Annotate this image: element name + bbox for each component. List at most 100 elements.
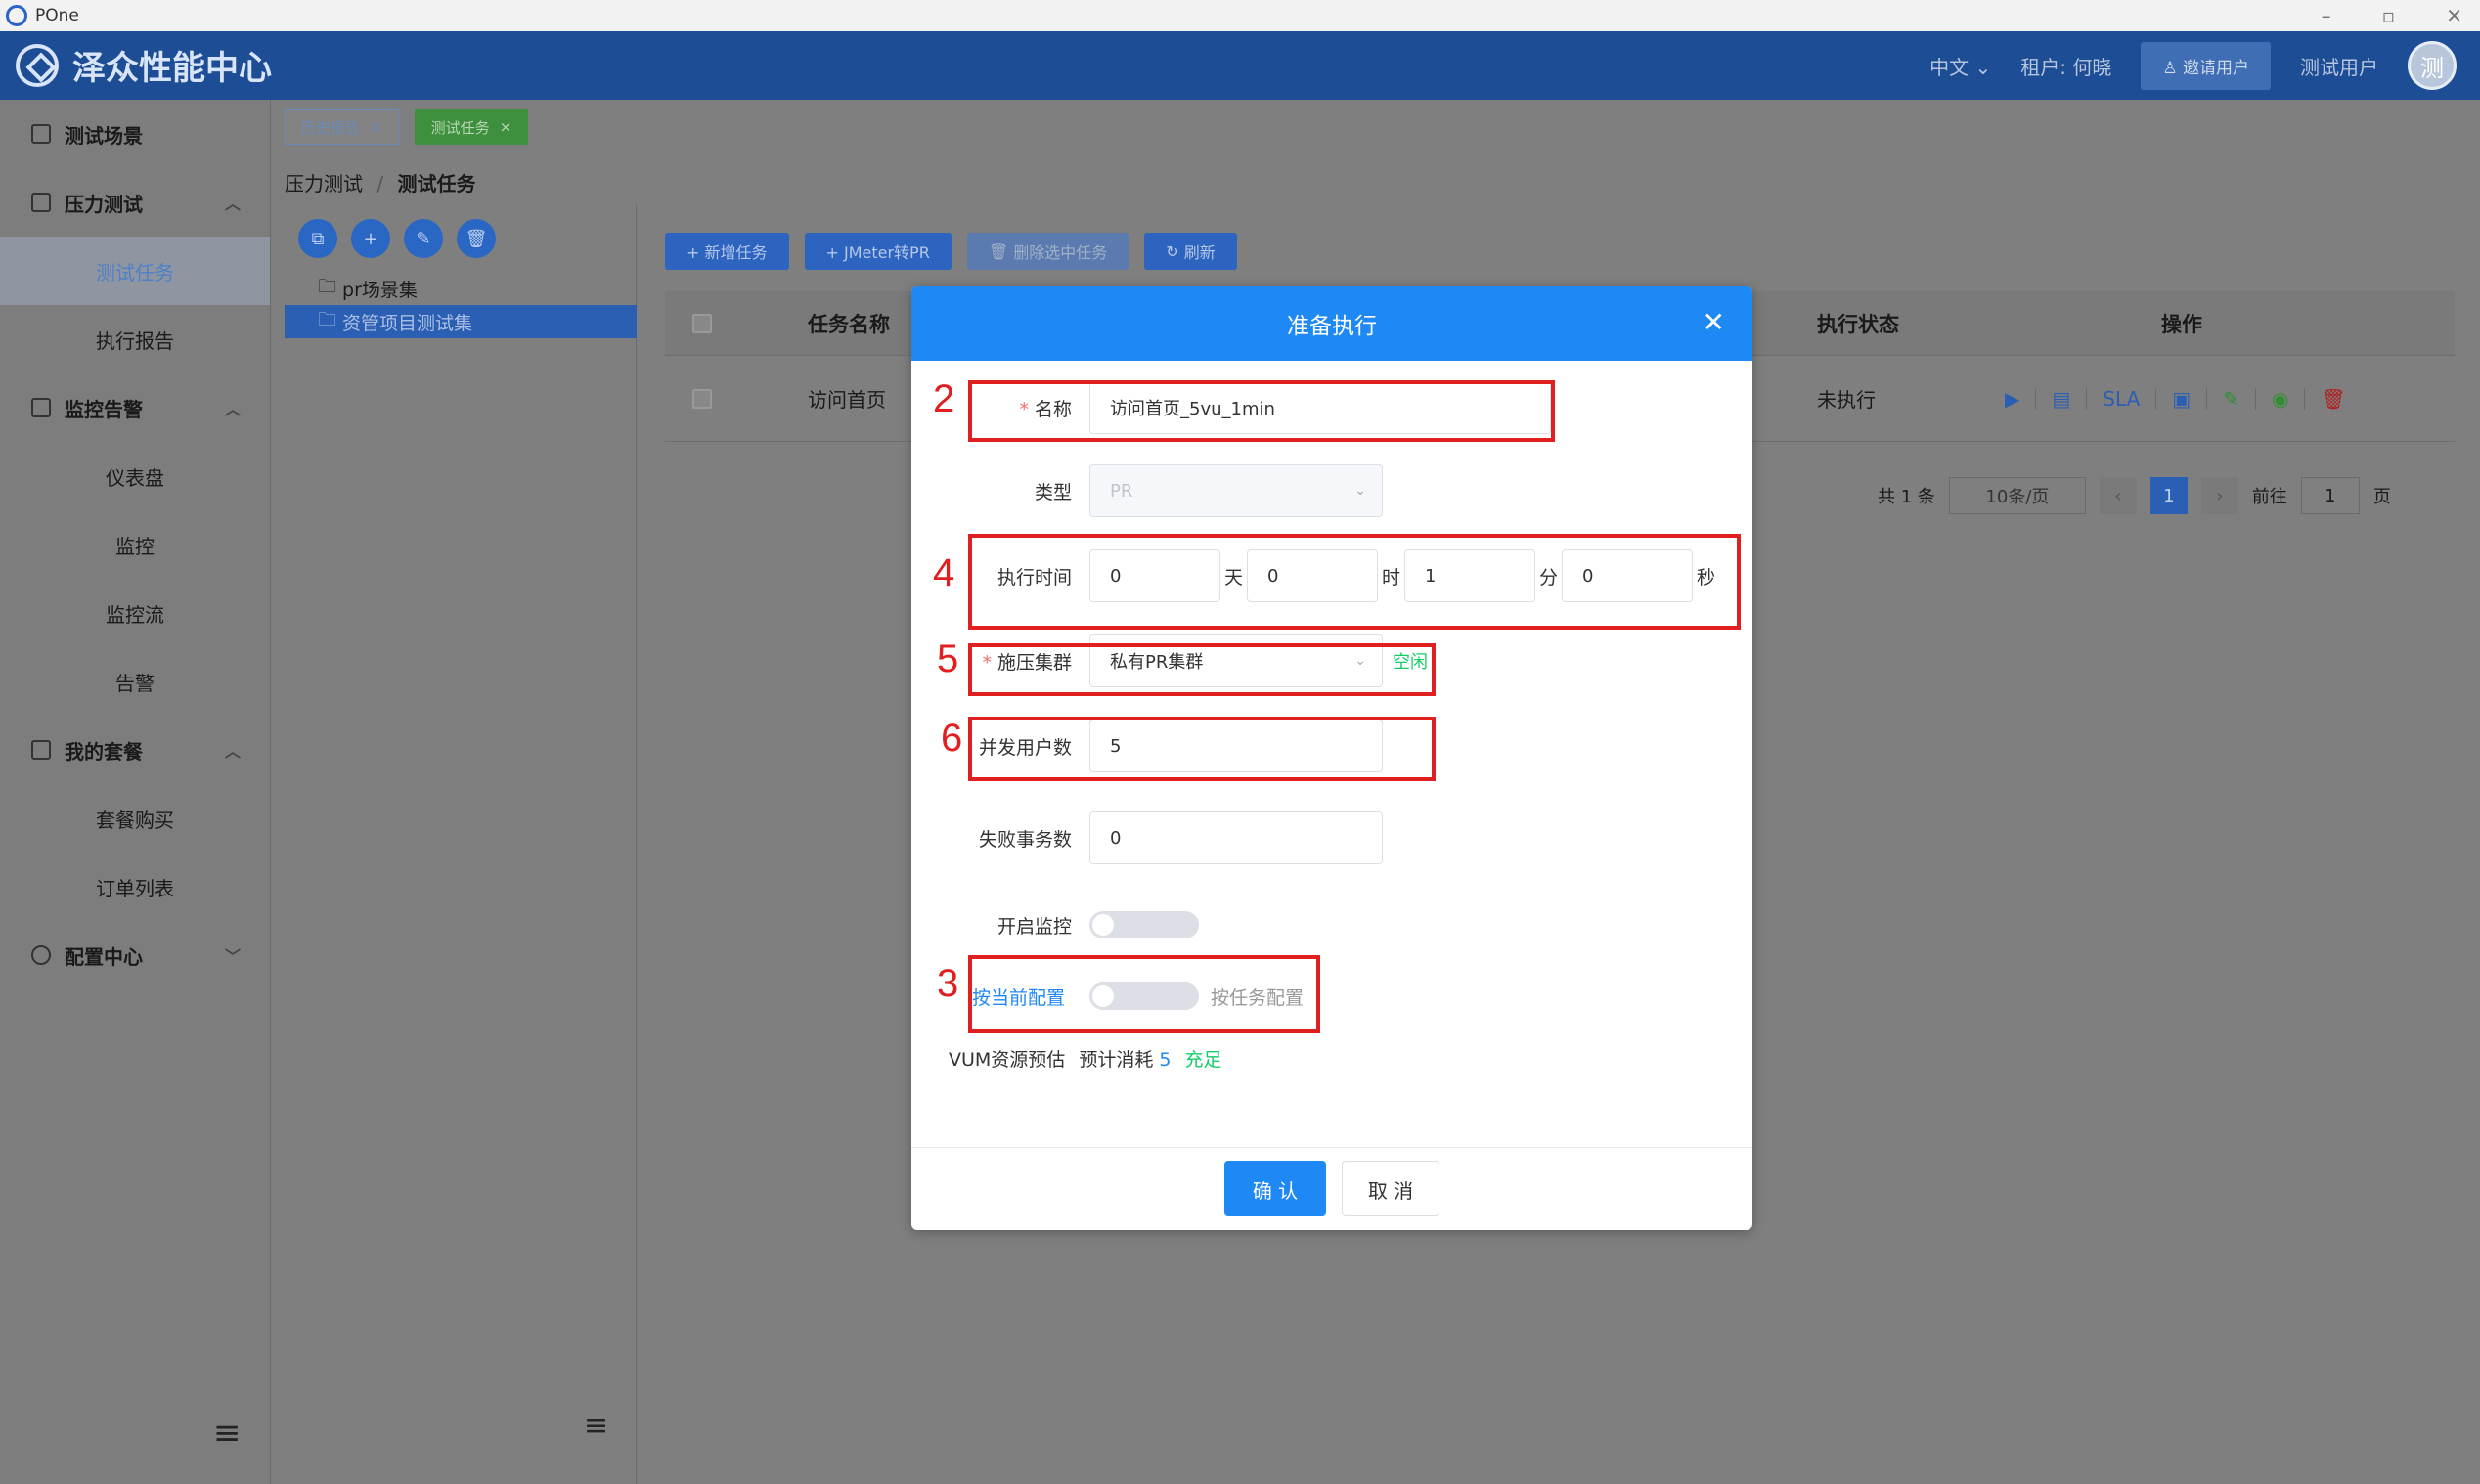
chevron-down-icon: ﹀	[224, 947, 241, 966]
brand: 泽众性能中心	[16, 41, 272, 89]
sidebar-item-monitor-flow[interactable]: 监控流	[0, 579, 270, 647]
row-actions: ▶ ▤ SLA ▣ ✎ ◉ 🗑	[2005, 387, 2346, 411]
sidebar-item-monitor[interactable]: 监控	[0, 510, 270, 579]
row-checkbox[interactable]	[692, 388, 712, 409]
confirm-button[interactable]: 确 认	[1224, 1161, 1326, 1216]
refresh-icon: ↻	[1166, 241, 1179, 261]
type-label: 类型	[1034, 481, 1072, 503]
chevron-up-icon: ︿	[224, 742, 241, 761]
copy-icon[interactable]: ⧉	[298, 219, 337, 258]
page-unit: 页	[2372, 487, 2391, 507]
dialog-title: 准备执行	[1287, 314, 1377, 339]
chevron-down-icon: ⌄	[1354, 483, 1366, 499]
vum-value: 5	[1159, 1049, 1172, 1070]
chevron-up-icon: ︿	[224, 195, 241, 213]
col-ops: 操作	[2161, 312, 2202, 336]
annotation-box	[968, 534, 1741, 630]
breadcrumb-separator: /	[376, 172, 384, 196]
next-page-button[interactable]: ›	[2200, 477, 2238, 514]
tab-history-report[interactable]: 历史报告 ×	[285, 109, 399, 145]
jmeter-convert-button[interactable]: + JMeter转PR	[804, 233, 952, 270]
vum-estimate: VUM资源预估 预计消耗 5 充足	[949, 1045, 1221, 1071]
view-icon[interactable]: ◉	[2272, 387, 2288, 411]
pagination: 共 1 条 10条/页 ‹ 1 › 前往 1 页	[1878, 477, 2391, 514]
dialog-footer: 确 认 取 消	[911, 1147, 1752, 1230]
edit-icon[interactable]: ✎	[404, 219, 443, 258]
sidebar-item-test-task[interactable]: 测试任务	[0, 237, 270, 305]
refresh-button[interactable]: ↻ 刷新	[1144, 233, 1237, 270]
sidebar-group-plan[interactable]: 我的套餐 ︿	[0, 716, 270, 784]
vum-text: 预计消耗 5	[1079, 1049, 1172, 1070]
tree-node-selected[interactable]: 🗀 资管项目测试集	[285, 305, 637, 338]
sidebar-group-pressure[interactable]: 压力测试 ︿	[0, 168, 270, 237]
task-name: 访问首页	[808, 388, 886, 412]
sidebar-item-orders[interactable]: 订单列表	[0, 852, 270, 921]
annotation-label: 5	[937, 637, 959, 680]
close-icon[interactable]: ×	[500, 118, 512, 136]
sidebar-item-scene[interactable]: 测试场景	[0, 100, 270, 168]
tab-test-task[interactable]: 测试任务 ×	[414, 109, 529, 145]
tenant-label: 租户: 何晓	[2020, 55, 2112, 79]
goto-page-input[interactable]: 1	[2300, 477, 2360, 514]
breadcrumb: 压力测试 / 测试任务	[285, 168, 475, 196]
monitor-toggle[interactable]	[1089, 911, 1199, 938]
breadcrumb-parent[interactable]: 压力测试	[285, 172, 363, 196]
gear-icon	[31, 945, 51, 965]
window-titlebar: POne – ▫ ✕	[0, 0, 2480, 31]
add-icon[interactable]: +	[351, 219, 390, 258]
avatar[interactable]: 测	[2408, 41, 2457, 90]
top-header: 泽众性能中心 中文 ⌄ 租户: 何晓 ♙ 邀请用户 测试用户 测	[0, 31, 2480, 100]
run-icon[interactable]: ▶	[2005, 387, 2019, 411]
sidebar-item-buy-plan[interactable]: 套餐购买	[0, 784, 270, 852]
sidebar-item-dashboard[interactable]: 仪表盘	[0, 442, 270, 510]
vum-label: VUM资源预估	[949, 1049, 1066, 1070]
folder-icon: 🗀	[318, 276, 337, 297]
language-select[interactable]: 中文 ⌄	[1929, 52, 1991, 80]
delete-icon[interactable]: 🗑	[457, 219, 496, 258]
edit-icon[interactable]: ✎	[2223, 387, 2239, 411]
annotation-label: 2	[933, 377, 955, 420]
breadcrumb-current: 测试任务	[397, 172, 476, 196]
annotation-label: 4	[933, 551, 955, 594]
prev-page-button[interactable]: ‹	[2099, 477, 2137, 514]
close-icon[interactable]: ×	[370, 118, 382, 136]
annotation-label: 6	[941, 717, 963, 760]
sla-button[interactable]: SLA	[2103, 387, 2140, 411]
chevron-down-icon: ⌄	[1974, 55, 1992, 79]
task-status: 未执行	[1817, 388, 1876, 412]
fail-input[interactable]: 0	[1089, 811, 1383, 864]
maximize-button[interactable]: ▫	[2382, 4, 2396, 27]
collapse-tree-icon[interactable]: ≡	[584, 1409, 608, 1443]
app-logo-icon	[6, 5, 27, 26]
close-window-button[interactable]: ✕	[2446, 4, 2462, 27]
document-icon	[31, 124, 51, 144]
trash-icon: 🗑	[988, 241, 1009, 261]
sidebar-item-alert[interactable]: 告警	[0, 647, 270, 716]
close-icon[interactable]: ✕	[1703, 306, 1725, 338]
page-1-button[interactable]: 1	[2149, 477, 2188, 514]
add-task-button[interactable]: + 新增任务	[665, 233, 789, 270]
dialog-header: 准备执行 ✕	[911, 286, 1752, 361]
select-all-checkbox[interactable]	[692, 313, 712, 333]
delete-icon[interactable]: 🗑	[2321, 387, 2345, 411]
fail-label: 失败事务数	[978, 828, 1072, 851]
config-icon[interactable]: ▣	[2172, 387, 2191, 411]
monitor-label: 开启监控	[996, 915, 1072, 938]
cancel-button[interactable]: 取 消	[1342, 1161, 1439, 1216]
total-count: 共 1 条	[1878, 487, 1935, 507]
sidebar-group-config[interactable]: 配置中心 ﹀	[0, 921, 270, 989]
folder-icon: 🗀	[318, 309, 337, 330]
report-icon[interactable]: ▤	[2052, 387, 2070, 411]
sidebar-item-exec-report[interactable]: 执行报告	[0, 305, 270, 373]
page-size-select[interactable]: 10条/页	[1948, 477, 2086, 514]
user-name[interactable]: 测试用户	[2300, 52, 2378, 80]
col-task-name: 任务名称	[808, 312, 890, 336]
type-select: PR ⌄	[1089, 464, 1383, 517]
invite-user-button[interactable]: ♙ 邀请用户	[2141, 41, 2271, 90]
vum-status: 充足	[1184, 1049, 1222, 1070]
minimize-button[interactable]: –	[2322, 4, 2331, 27]
tree-node[interactable]: 🗀 pr场景集	[285, 272, 636, 305]
collapse-menu-icon[interactable]: ≡	[213, 1414, 242, 1453]
sidebar-group-monitor[interactable]: 监控告警 ︿	[0, 373, 270, 442]
chevron-up-icon: ︿	[224, 400, 241, 418]
